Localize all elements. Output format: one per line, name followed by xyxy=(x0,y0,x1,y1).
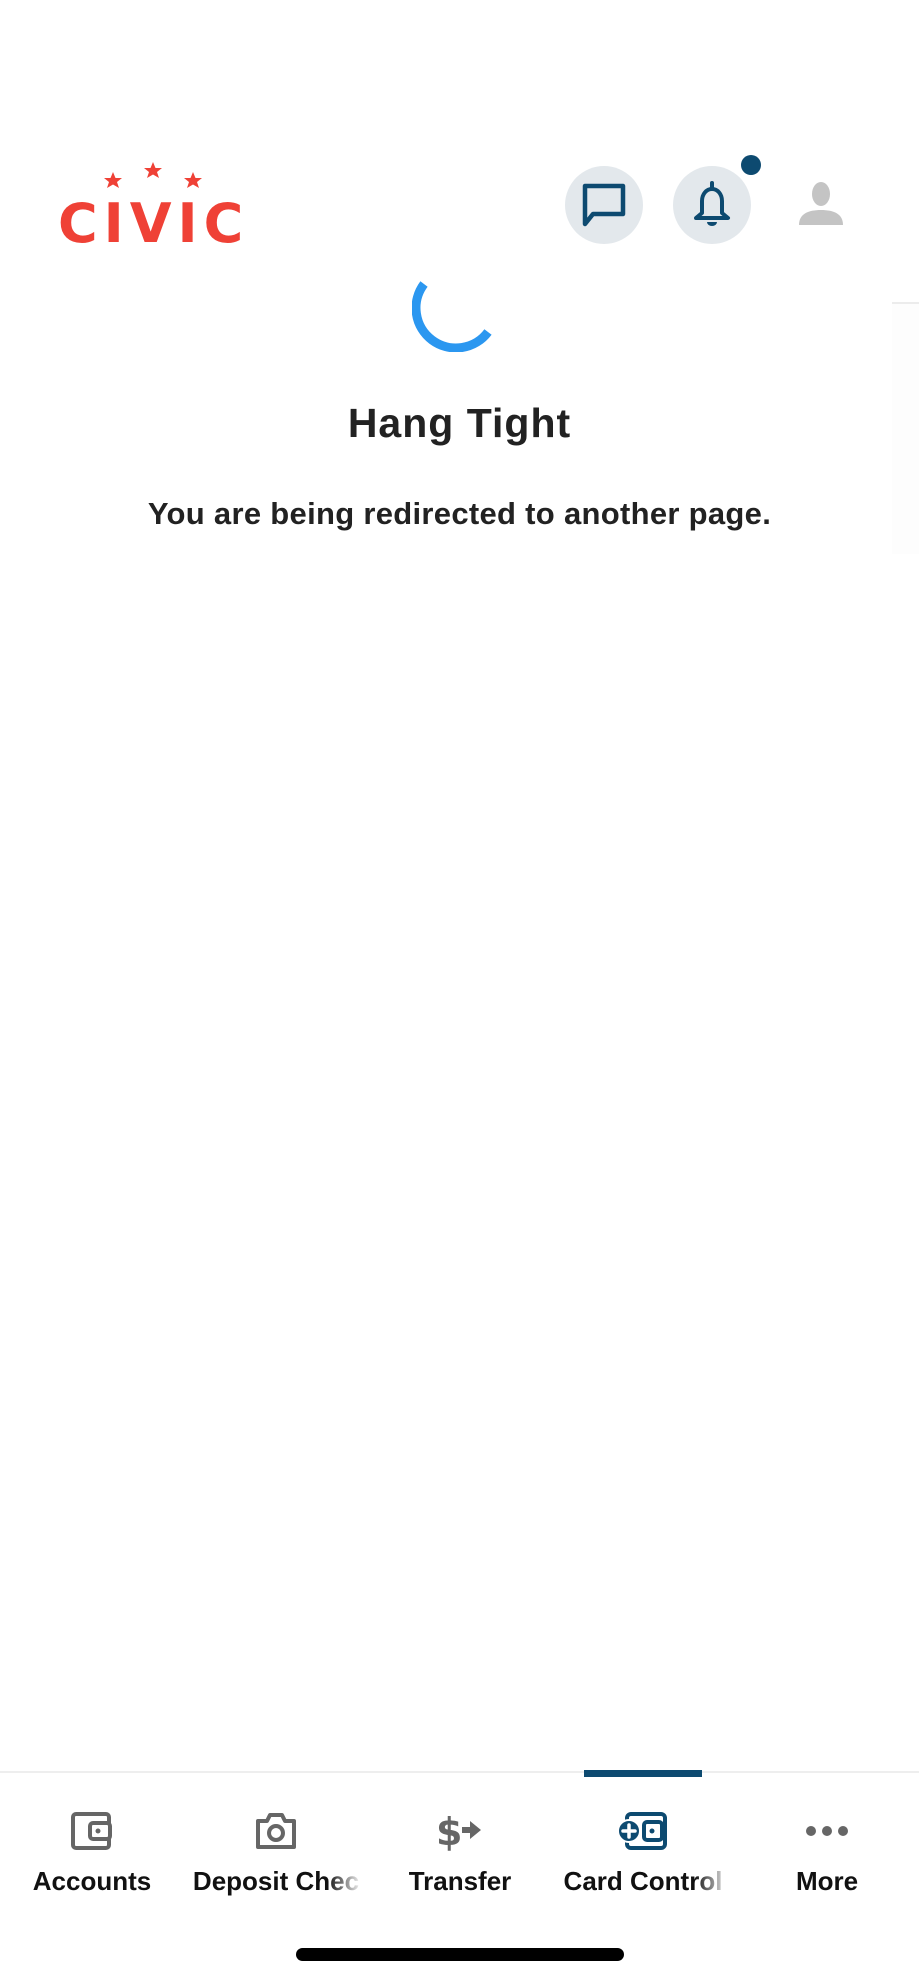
tab-more[interactable]: More xyxy=(735,1773,919,1903)
tab-label: Transfer xyxy=(408,1866,512,1896)
profile-button[interactable] xyxy=(793,176,849,232)
redirect-message: You are being redirected to another page… xyxy=(147,496,772,531)
tab-label: More xyxy=(795,1866,859,1896)
notifications-button[interactable] xyxy=(673,166,751,244)
loading-spinner xyxy=(411,270,494,353)
user-icon xyxy=(799,182,843,225)
home-indicator[interactable] xyxy=(296,1948,624,1961)
more-dots-icon xyxy=(806,1826,848,1836)
notification-badge xyxy=(741,155,761,175)
card-control-icon xyxy=(617,1812,667,1850)
tab-label: Deposit Chec xyxy=(192,1866,360,1896)
wallet-icon xyxy=(71,1812,112,1850)
tab-deposit-check[interactable]: Deposit Chec xyxy=(184,1773,368,1903)
bell-icon xyxy=(694,181,730,226)
tab-accounts[interactable]: Accounts xyxy=(0,1773,184,1903)
tab-label: Card Control xyxy=(563,1866,723,1896)
chat-bubble-icon xyxy=(582,183,626,227)
tab-label: Accounts xyxy=(32,1866,152,1896)
page-title: Hang Tight xyxy=(347,400,572,446)
tab-transfer[interactable]: $ Transfer xyxy=(368,1773,552,1903)
camera-icon xyxy=(256,1813,296,1849)
tab-card-control[interactable]: Card Control xyxy=(551,1773,735,1903)
app-header: CIVIC xyxy=(0,0,919,290)
logo-wordmark: CIVIC xyxy=(58,192,250,255)
svg-text:$: $ xyxy=(436,1810,462,1852)
chat-button[interactable] xyxy=(565,166,643,244)
dollar-transfer-icon: $ xyxy=(436,1810,481,1852)
civic-logo: CIVIC xyxy=(58,160,248,255)
